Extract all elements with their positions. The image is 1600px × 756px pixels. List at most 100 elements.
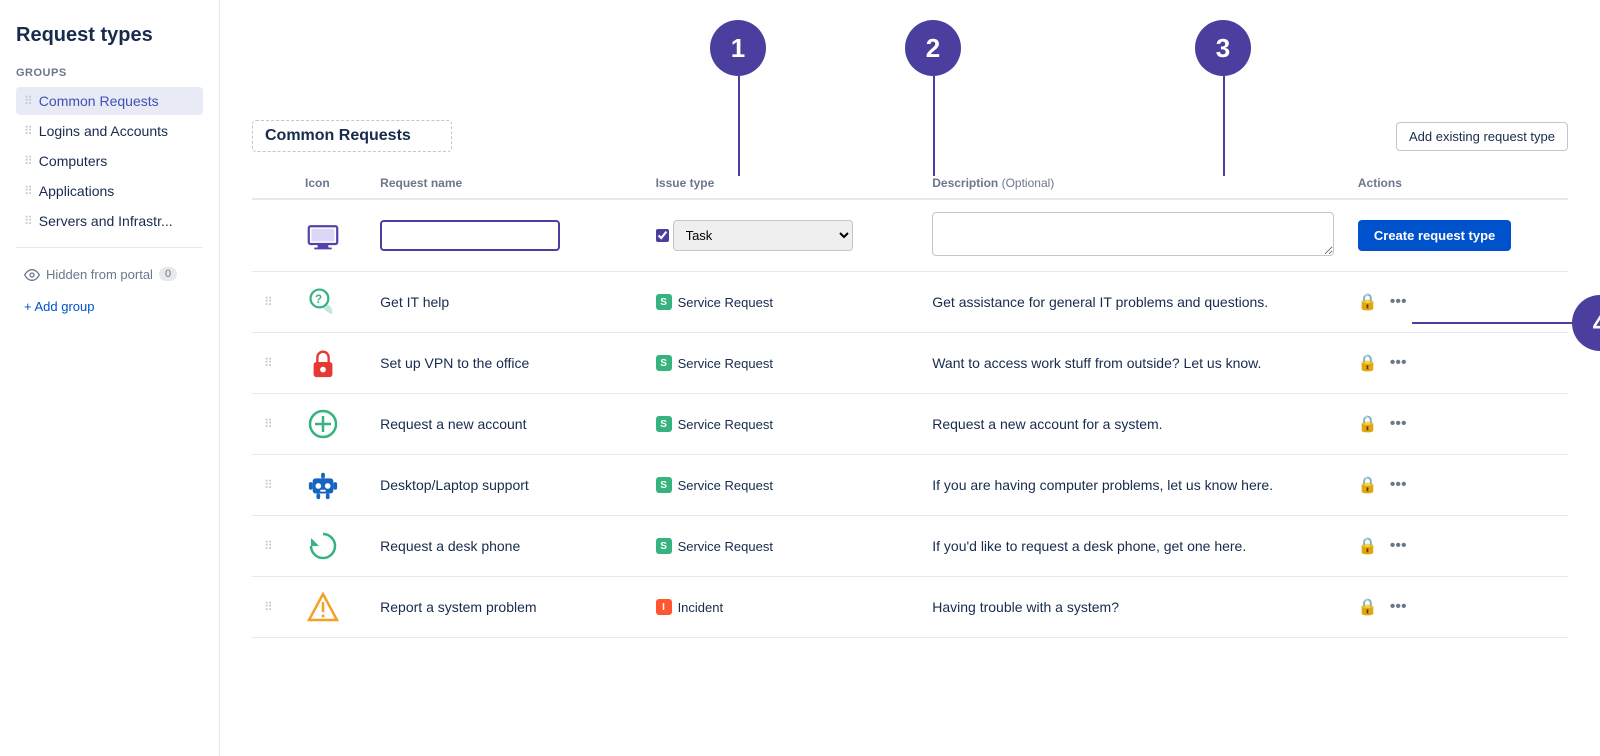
desc-cell: Having trouble with a system? bbox=[920, 577, 1346, 638]
hidden-portal-badge: 0 bbox=[159, 267, 177, 281]
issue-type-cell: I Incident bbox=[644, 577, 921, 638]
lock-icon-red[interactable]: 🔒 bbox=[1358, 414, 1378, 434]
issue-badge: S Service Request bbox=[656, 477, 909, 493]
lock-icon[interactable]: 🔒 bbox=[1358, 536, 1378, 556]
actions-container: 🔒 ••• bbox=[1358, 475, 1556, 495]
issue-type-cell: S Service Request bbox=[644, 516, 921, 577]
actions-cell: 🔒 ••• bbox=[1346, 455, 1568, 516]
drag-handle-cell: ⠿ bbox=[252, 516, 293, 577]
drag-handle-icon: ⠿ bbox=[24, 184, 33, 198]
lock-icon[interactable]: 🔒 bbox=[1358, 292, 1378, 312]
actions-cell: 🔒 ••• bbox=[1346, 333, 1568, 394]
table-header-row: Icon Request name Issue type Description… bbox=[252, 168, 1568, 199]
name-cell: Request a desk phone bbox=[368, 516, 643, 577]
drag-handle-icon: ⠿ bbox=[24, 94, 33, 108]
col-header-issue: Issue type bbox=[644, 168, 921, 199]
table-row: ⠿ ? Get IT help S bbox=[252, 272, 1568, 333]
service-request-icon: S bbox=[656, 477, 672, 493]
issue-type-cell: S Service Request bbox=[644, 455, 921, 516]
actions-container: 🔒 ••• bbox=[1358, 353, 1556, 373]
name-cell: Report a system problem bbox=[368, 577, 643, 638]
icon-cell bbox=[293, 577, 368, 638]
issue-badge: I Incident bbox=[656, 599, 909, 615]
request-name-input[interactable] bbox=[380, 220, 560, 251]
sidebar-divider bbox=[16, 247, 203, 248]
group-header: Common Requests Add existing request typ… bbox=[252, 120, 1568, 152]
desc-cell: Get assistance for general IT problems a… bbox=[920, 272, 1346, 333]
add-existing-request-type-button[interactable]: Add existing request type bbox=[1396, 122, 1568, 151]
icon-cell: ? bbox=[293, 272, 368, 333]
sidebar-item-logins-accounts[interactable]: ⠿ Logins and Accounts bbox=[16, 117, 203, 145]
actions-cell: 🔒 ••• bbox=[1346, 577, 1568, 638]
icon-cell bbox=[293, 333, 368, 394]
issue-badge: S Service Request bbox=[656, 294, 909, 310]
issue-type-cell: S Service Request bbox=[644, 272, 921, 333]
name-cell: Get IT help bbox=[368, 272, 643, 333]
tutorial-line-1 bbox=[738, 76, 740, 176]
new-request-row: Task Service Request Incident Create req… bbox=[252, 199, 1568, 272]
actions-cell: 🔒 ••• bbox=[1346, 516, 1568, 577]
table-row: ⠿ bbox=[252, 455, 1568, 516]
row-icon-plus-circle bbox=[305, 406, 341, 442]
new-row-icon bbox=[305, 218, 341, 254]
row-icon-warning bbox=[305, 589, 341, 625]
sidebar-title: Request types bbox=[16, 24, 203, 47]
new-row-name-cell[interactable] bbox=[368, 199, 643, 272]
sidebar-item-servers[interactable]: ⠿ Servers and Infrastr... bbox=[16, 207, 203, 235]
icon-cell bbox=[293, 394, 368, 455]
eye-icon bbox=[24, 266, 40, 283]
tutorial-line-4 bbox=[1412, 322, 1572, 324]
row-icon-speech: ? bbox=[305, 284, 341, 320]
col-header-name: Request name bbox=[368, 168, 643, 199]
issue-type-checkbox[interactable] bbox=[656, 229, 669, 242]
row-icon-lock-red bbox=[305, 345, 341, 381]
lock-icon[interactable]: 🔒 bbox=[1358, 475, 1378, 495]
drag-handle-cell: ⠿ bbox=[252, 272, 293, 333]
new-row-desc-cell[interactable] bbox=[920, 199, 1346, 272]
name-cell: Desktop/Laptop support bbox=[368, 455, 643, 516]
lock-icon[interactable]: 🔒 bbox=[1358, 353, 1378, 373]
tutorial-bubble-4: 4 bbox=[1572, 295, 1600, 351]
more-options-icon[interactable]: ••• bbox=[1390, 354, 1407, 372]
issue-type-select[interactable]: Task Service Request Incident bbox=[673, 220, 853, 251]
description-input[interactable] bbox=[932, 212, 1334, 256]
sidebar-item-applications[interactable]: ⠿ Applications bbox=[16, 177, 203, 205]
hidden-portal-item[interactable]: Hidden from portal 0 bbox=[16, 260, 203, 289]
svg-text:?: ? bbox=[315, 294, 322, 306]
desc-cell: If you are having computer problems, let… bbox=[920, 455, 1346, 516]
tutorial-bubble-3: 3 bbox=[1195, 20, 1251, 76]
sidebar-item-common-requests[interactable]: ⠿ Common Requests bbox=[16, 87, 203, 115]
actions-container: 🔒 ••• bbox=[1358, 597, 1556, 617]
new-row-issue-cell[interactable]: Task Service Request Incident bbox=[644, 199, 921, 272]
tutorial-bubble-1: 1 bbox=[710, 20, 766, 76]
create-request-type-button[interactable]: Create request type bbox=[1358, 220, 1511, 251]
group-title[interactable]: Common Requests bbox=[252, 120, 452, 152]
desc-cell: If you'd like to request a desk phone, g… bbox=[920, 516, 1346, 577]
issue-type-cell: S Service Request bbox=[644, 333, 921, 394]
drag-handle-cell: ⠿ bbox=[252, 455, 293, 516]
more-options-icon[interactable]: ••• bbox=[1390, 598, 1407, 616]
lock-icon[interactable]: 🔒 bbox=[1358, 597, 1378, 617]
drag-handle-cell: ⠿ bbox=[252, 394, 293, 455]
issue-badge: S Service Request bbox=[656, 355, 909, 371]
more-options-icon[interactable]: ••• bbox=[1390, 537, 1407, 555]
row-icon-refresh bbox=[305, 528, 341, 564]
more-options-icon[interactable]: ••• bbox=[1390, 415, 1407, 433]
issue-badge: S Service Request bbox=[656, 538, 909, 554]
more-options-icon[interactable]: ••• bbox=[1390, 476, 1407, 494]
service-request-icon: S bbox=[656, 416, 672, 432]
desc-cell: Want to access work stuff from outside? … bbox=[920, 333, 1346, 394]
sidebar-item-computers[interactable]: ⠿ Computers bbox=[16, 147, 203, 175]
tutorial-bubble-2: 2 bbox=[905, 20, 961, 76]
table-row: ⠿ Set up VPN to the office bbox=[252, 333, 1568, 394]
more-options-icon[interactable]: ••• bbox=[1390, 293, 1407, 311]
table-row: ⠿ Request a desk phone S S bbox=[252, 516, 1568, 577]
new-row-actions-cell[interactable]: Create request type bbox=[1346, 199, 1568, 272]
actions-container: 🔒 ••• bbox=[1358, 292, 1556, 312]
col-header-icon: Icon bbox=[293, 168, 368, 199]
add-group-button[interactable]: + Add group bbox=[16, 293, 203, 320]
service-request-icon: S bbox=[656, 355, 672, 371]
table-row: ⠿ Request a new account bbox=[252, 394, 1568, 455]
request-types-table: Icon Request name Issue type Description… bbox=[252, 168, 1568, 638]
desc-cell: Request a new account for a system. bbox=[920, 394, 1346, 455]
